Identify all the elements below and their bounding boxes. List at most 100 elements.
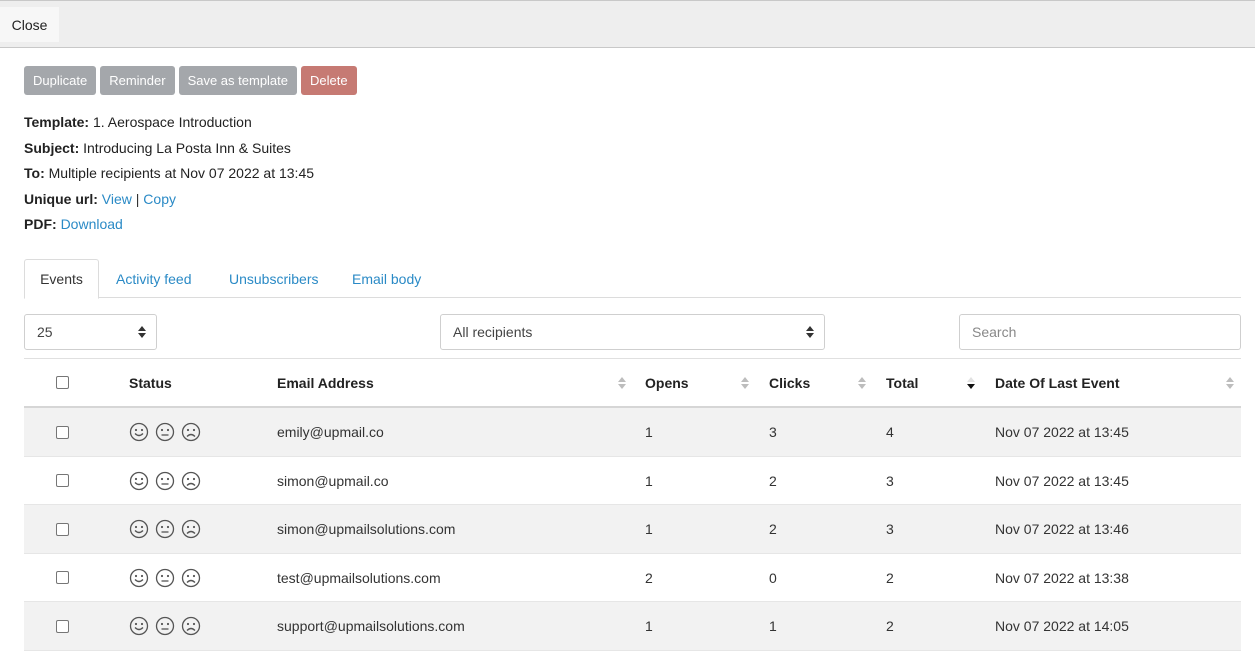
neutral-face-icon[interactable] — [155, 422, 175, 442]
email-cell: support@upmailsolutions.com — [277, 618, 465, 634]
sort-icon[interactable] — [741, 376, 749, 390]
opens-cell: 1 — [645, 618, 653, 634]
save-as-template-button[interactable]: Save as template — [178, 66, 298, 95]
column-opens[interactable]: Opens — [645, 359, 689, 406]
tab-events[interactable]: Events — [24, 259, 99, 299]
search-input[interactable]: Search — [959, 314, 1241, 350]
top-bar: Close — [0, 0, 1255, 48]
clicks-cell: 2 — [769, 521, 777, 537]
sort-icon[interactable] — [618, 376, 626, 390]
clicks-cell: 1 — [769, 618, 777, 634]
search-placeholder: Search — [972, 324, 1017, 340]
row-select-cell — [56, 602, 69, 650]
tab-bar: Events Activity feed Unsubscribers Email… — [24, 259, 1241, 299]
opens-cell: 2 — [645, 569, 653, 586]
neutral-face-icon[interactable] — [155, 568, 175, 588]
delete-button[interactable]: Delete — [301, 66, 357, 95]
happy-face-icon[interactable] — [129, 616, 149, 636]
total-cell: 3 — [886, 521, 894, 537]
select-all-checkbox[interactable] — [56, 376, 69, 389]
to-label: To: — [24, 165, 45, 181]
total-cell: 4 — [886, 424, 894, 440]
date-cell: Nov 07 2022 at 13:38 — [995, 569, 1129, 586]
copy-link[interactable]: Copy — [143, 191, 176, 207]
date-cell: Nov 07 2022 at 13:45 — [995, 472, 1129, 489]
email-cell: test@upmailsolutions.com — [277, 569, 441, 586]
column-total[interactable]: Total — [886, 359, 918, 406]
row-select-cell — [56, 505, 69, 553]
select-arrows-icon — [138, 326, 146, 338]
email-details: Template: 1. Aerospace Introduction Subj… — [24, 113, 314, 241]
pdf-row: PDF: Download — [24, 215, 314, 241]
column-date[interactable]: Date Of Last Event — [995, 359, 1119, 406]
action-buttons: Duplicate Reminder Save as template Dele… — [24, 66, 357, 95]
table-header: Status Email Address Opens Clicks Total … — [24, 359, 1241, 408]
tab-email-body[interactable]: Email body — [352, 259, 421, 298]
status-faces — [129, 408, 201, 456]
neutral-face-icon[interactable] — [155, 519, 175, 539]
neutral-face-icon[interactable] — [155, 616, 175, 636]
happy-face-icon[interactable] — [129, 568, 149, 588]
email-cell: simon@upmailsolutions.com — [277, 521, 456, 537]
column-email[interactable]: Email Address — [277, 359, 374, 406]
select-arrows-icon — [806, 326, 814, 338]
reminder-button[interactable]: Reminder — [100, 66, 175, 95]
sad-face-icon[interactable] — [181, 568, 201, 588]
neutral-face-icon[interactable] — [155, 471, 175, 491]
row-checkbox[interactable] — [56, 522, 69, 536]
unique-url-row: Unique url: View | Copy — [24, 190, 314, 216]
date-cell: Nov 07 2022 at 14:05 — [995, 618, 1129, 634]
subject-row: Subject: Introducing La Posta Inn & Suit… — [24, 139, 314, 165]
sort-icon[interactable] — [858, 376, 866, 390]
happy-face-icon[interactable] — [129, 471, 149, 491]
row-checkbox[interactable] — [56, 571, 69, 584]
subject-label: Subject: — [24, 139, 80, 156]
sad-face-icon[interactable] — [181, 519, 201, 539]
unique-url-label: Unique url: — [24, 190, 98, 207]
clicks-cell: 2 — [769, 472, 777, 489]
sad-face-icon[interactable] — [181, 422, 201, 442]
table-row: test@upmailsolutions.com 2 0 2 Nov 07 2022 a… — [24, 554, 1241, 602]
status-faces — [129, 602, 201, 650]
status-faces — [129, 554, 201, 602]
pdf-label: PDF: — [24, 216, 57, 232]
recipients-value: All recipients — [453, 324, 533, 340]
row-checkbox[interactable] — [56, 619, 69, 633]
date-cell: Nov 07 2022 at 13:45 — [995, 424, 1129, 440]
total-cell: 2 — [886, 618, 894, 634]
to-value: Multiple recipients at Nov 07 2022 at 13… — [48, 165, 315, 181]
view-link[interactable]: View — [102, 191, 132, 207]
sort-icon[interactable] — [1226, 376, 1234, 390]
recipients-select[interactable]: All recipients — [440, 314, 825, 350]
template-label: Template: — [24, 114, 90, 130]
select-all-cell — [56, 359, 69, 406]
column-clicks[interactable]: Clicks — [769, 359, 810, 406]
link-separator: | — [135, 190, 140, 207]
clicks-cell: 0 — [769, 569, 777, 586]
email-cell: emily@upmail.co — [277, 424, 384, 440]
sad-face-icon[interactable] — [181, 616, 201, 636]
tab-unsubscribers[interactable]: Unsubscribers — [229, 259, 318, 298]
total-cell: 2 — [886, 569, 894, 586]
download-link[interactable]: Download — [61, 216, 123, 232]
template-value: 1. Aerospace Introduction — [92, 114, 252, 130]
happy-face-icon[interactable] — [129, 519, 149, 539]
opens-cell: 1 — [645, 424, 653, 440]
happy-face-icon[interactable] — [129, 422, 149, 442]
clicks-cell: 3 — [769, 424, 777, 440]
opens-cell: 1 — [645, 472, 653, 489]
row-checkbox[interactable] — [56, 474, 69, 487]
close-button[interactable]: Close — [0, 7, 59, 42]
sad-face-icon[interactable] — [181, 471, 201, 491]
duplicate-button[interactable]: Duplicate — [24, 66, 97, 95]
page-size-select[interactable]: 25 — [24, 314, 157, 350]
row-checkbox[interactable] — [56, 425, 69, 439]
total-cell: 3 — [886, 472, 894, 489]
sort-desc-icon[interactable] — [967, 376, 975, 390]
table-row: simon@upmailsolutions.com 1 2 3 Nov 07 2022 … — [24, 505, 1241, 554]
table-row: support@upmailsolutions.com 1 1 2 Nov 07 202… — [24, 602, 1241, 651]
table-body: emily@upmail.co 1 3 4 Nov 07 2022 at 13:45 si… — [24, 408, 1241, 651]
to-row: To: Multiple recipients at Nov 07 2022 a… — [24, 164, 314, 190]
row-select-cell — [56, 408, 69, 456]
tab-activity-feed[interactable]: Activity feed — [116, 259, 191, 298]
